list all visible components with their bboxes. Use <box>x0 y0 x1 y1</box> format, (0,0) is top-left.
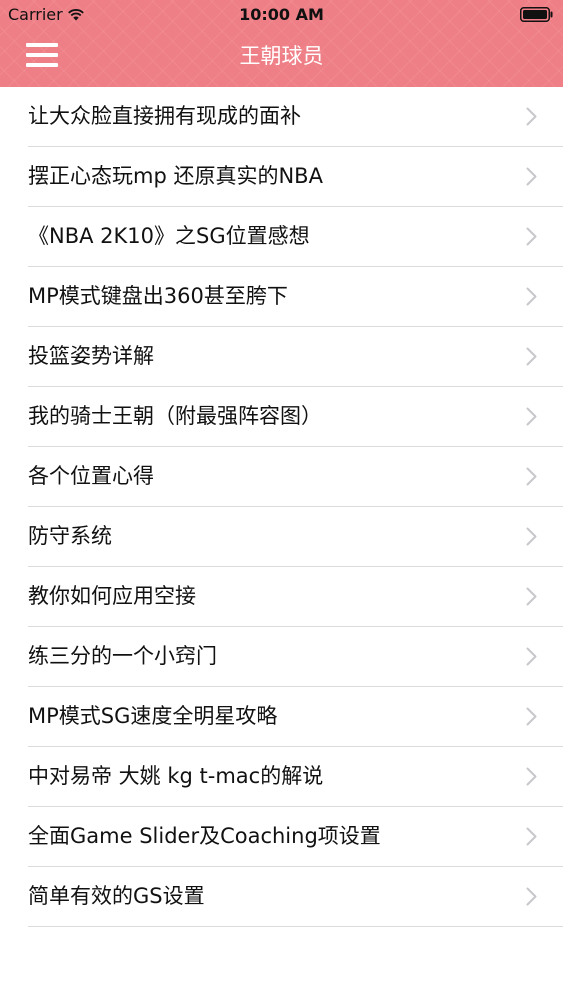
list-item[interactable]: MP模式键盘出360甚至胯下 <box>28 267 563 327</box>
chevron-right-icon <box>526 647 537 666</box>
list-item-label: 练三分的一个小窍门 <box>28 644 217 668</box>
list-item[interactable]: 投篮姿势详解 <box>28 327 563 387</box>
list-item-label: 让大众脸直接拥有现成的面补 <box>28 104 301 128</box>
list-item-label: 教你如何应用空接 <box>28 584 196 608</box>
header: Carrier 10:00 AM 王朝球员 <box>0 0 563 87</box>
list-item-label: 全面Game Slider及Coaching项设置 <box>28 824 381 848</box>
list-item-label: 摆正心态玩mp 还原真实的NBA <box>28 164 323 188</box>
list-item-label: 《NBA 2K10》之SG位置感想 <box>28 224 310 248</box>
list-item[interactable]: MP模式SG速度全明星攻略 <box>28 687 563 747</box>
chevron-right-icon <box>526 167 537 186</box>
status-bar: Carrier 10:00 AM <box>0 0 563 30</box>
list-item-label: MP模式SG速度全明星攻略 <box>28 704 278 728</box>
chevron-right-icon <box>526 287 537 306</box>
article-list: 让大众脸直接拥有现成的面补 摆正心态玩mp 还原真实的NBA 《NBA 2K10… <box>0 87 563 927</box>
page-title: 王朝球员 <box>239 44 324 68</box>
list-item-label: 各个位置心得 <box>28 464 154 488</box>
chevron-right-icon <box>526 827 537 846</box>
chevron-right-icon <box>526 467 537 486</box>
nav-bar: 王朝球员 <box>0 30 563 87</box>
list-item[interactable]: 摆正心态玩mp 还原真实的NBA <box>28 147 563 207</box>
chevron-right-icon <box>526 767 537 786</box>
list-item-label: 我的骑士王朝（附最强阵容图） <box>28 404 322 428</box>
list-item[interactable]: 练三分的一个小窍门 <box>28 627 563 687</box>
list-item[interactable]: 教你如何应用空接 <box>28 567 563 627</box>
list-item-label: MP模式键盘出360甚至胯下 <box>28 284 288 308</box>
chevron-right-icon <box>526 347 537 366</box>
list-item[interactable]: 《NBA 2K10》之SG位置感想 <box>28 207 563 267</box>
chevron-right-icon <box>526 227 537 246</box>
list-item[interactable]: 简单有效的GS设置 <box>28 867 563 927</box>
chevron-right-icon <box>526 407 537 426</box>
battery-icon <box>520 7 553 22</box>
list-item[interactable]: 让大众脸直接拥有现成的面补 <box>28 87 563 147</box>
chevron-right-icon <box>526 107 537 126</box>
list-item[interactable]: 全面Game Slider及Coaching项设置 <box>28 807 563 867</box>
list-item-label: 中对易帝 大姚 kg t-mac的解说 <box>28 764 324 788</box>
status-time: 10:00 AM <box>239 5 324 24</box>
chevron-right-icon <box>526 587 537 606</box>
list-item-label: 防守系统 <box>28 524 112 548</box>
chevron-right-icon <box>526 527 537 546</box>
list-item[interactable]: 防守系统 <box>28 507 563 567</box>
list-item-label: 投篮姿势详解 <box>28 344 154 368</box>
chevron-right-icon <box>526 887 537 906</box>
chevron-right-icon <box>526 707 537 726</box>
list-item[interactable]: 我的骑士王朝（附最强阵容图） <box>28 387 563 447</box>
list-item[interactable]: 各个位置心得 <box>28 447 563 507</box>
list-item[interactable]: 中对易帝 大姚 kg t-mac的解说 <box>28 747 563 807</box>
list-item-label: 简单有效的GS设置 <box>28 884 205 908</box>
